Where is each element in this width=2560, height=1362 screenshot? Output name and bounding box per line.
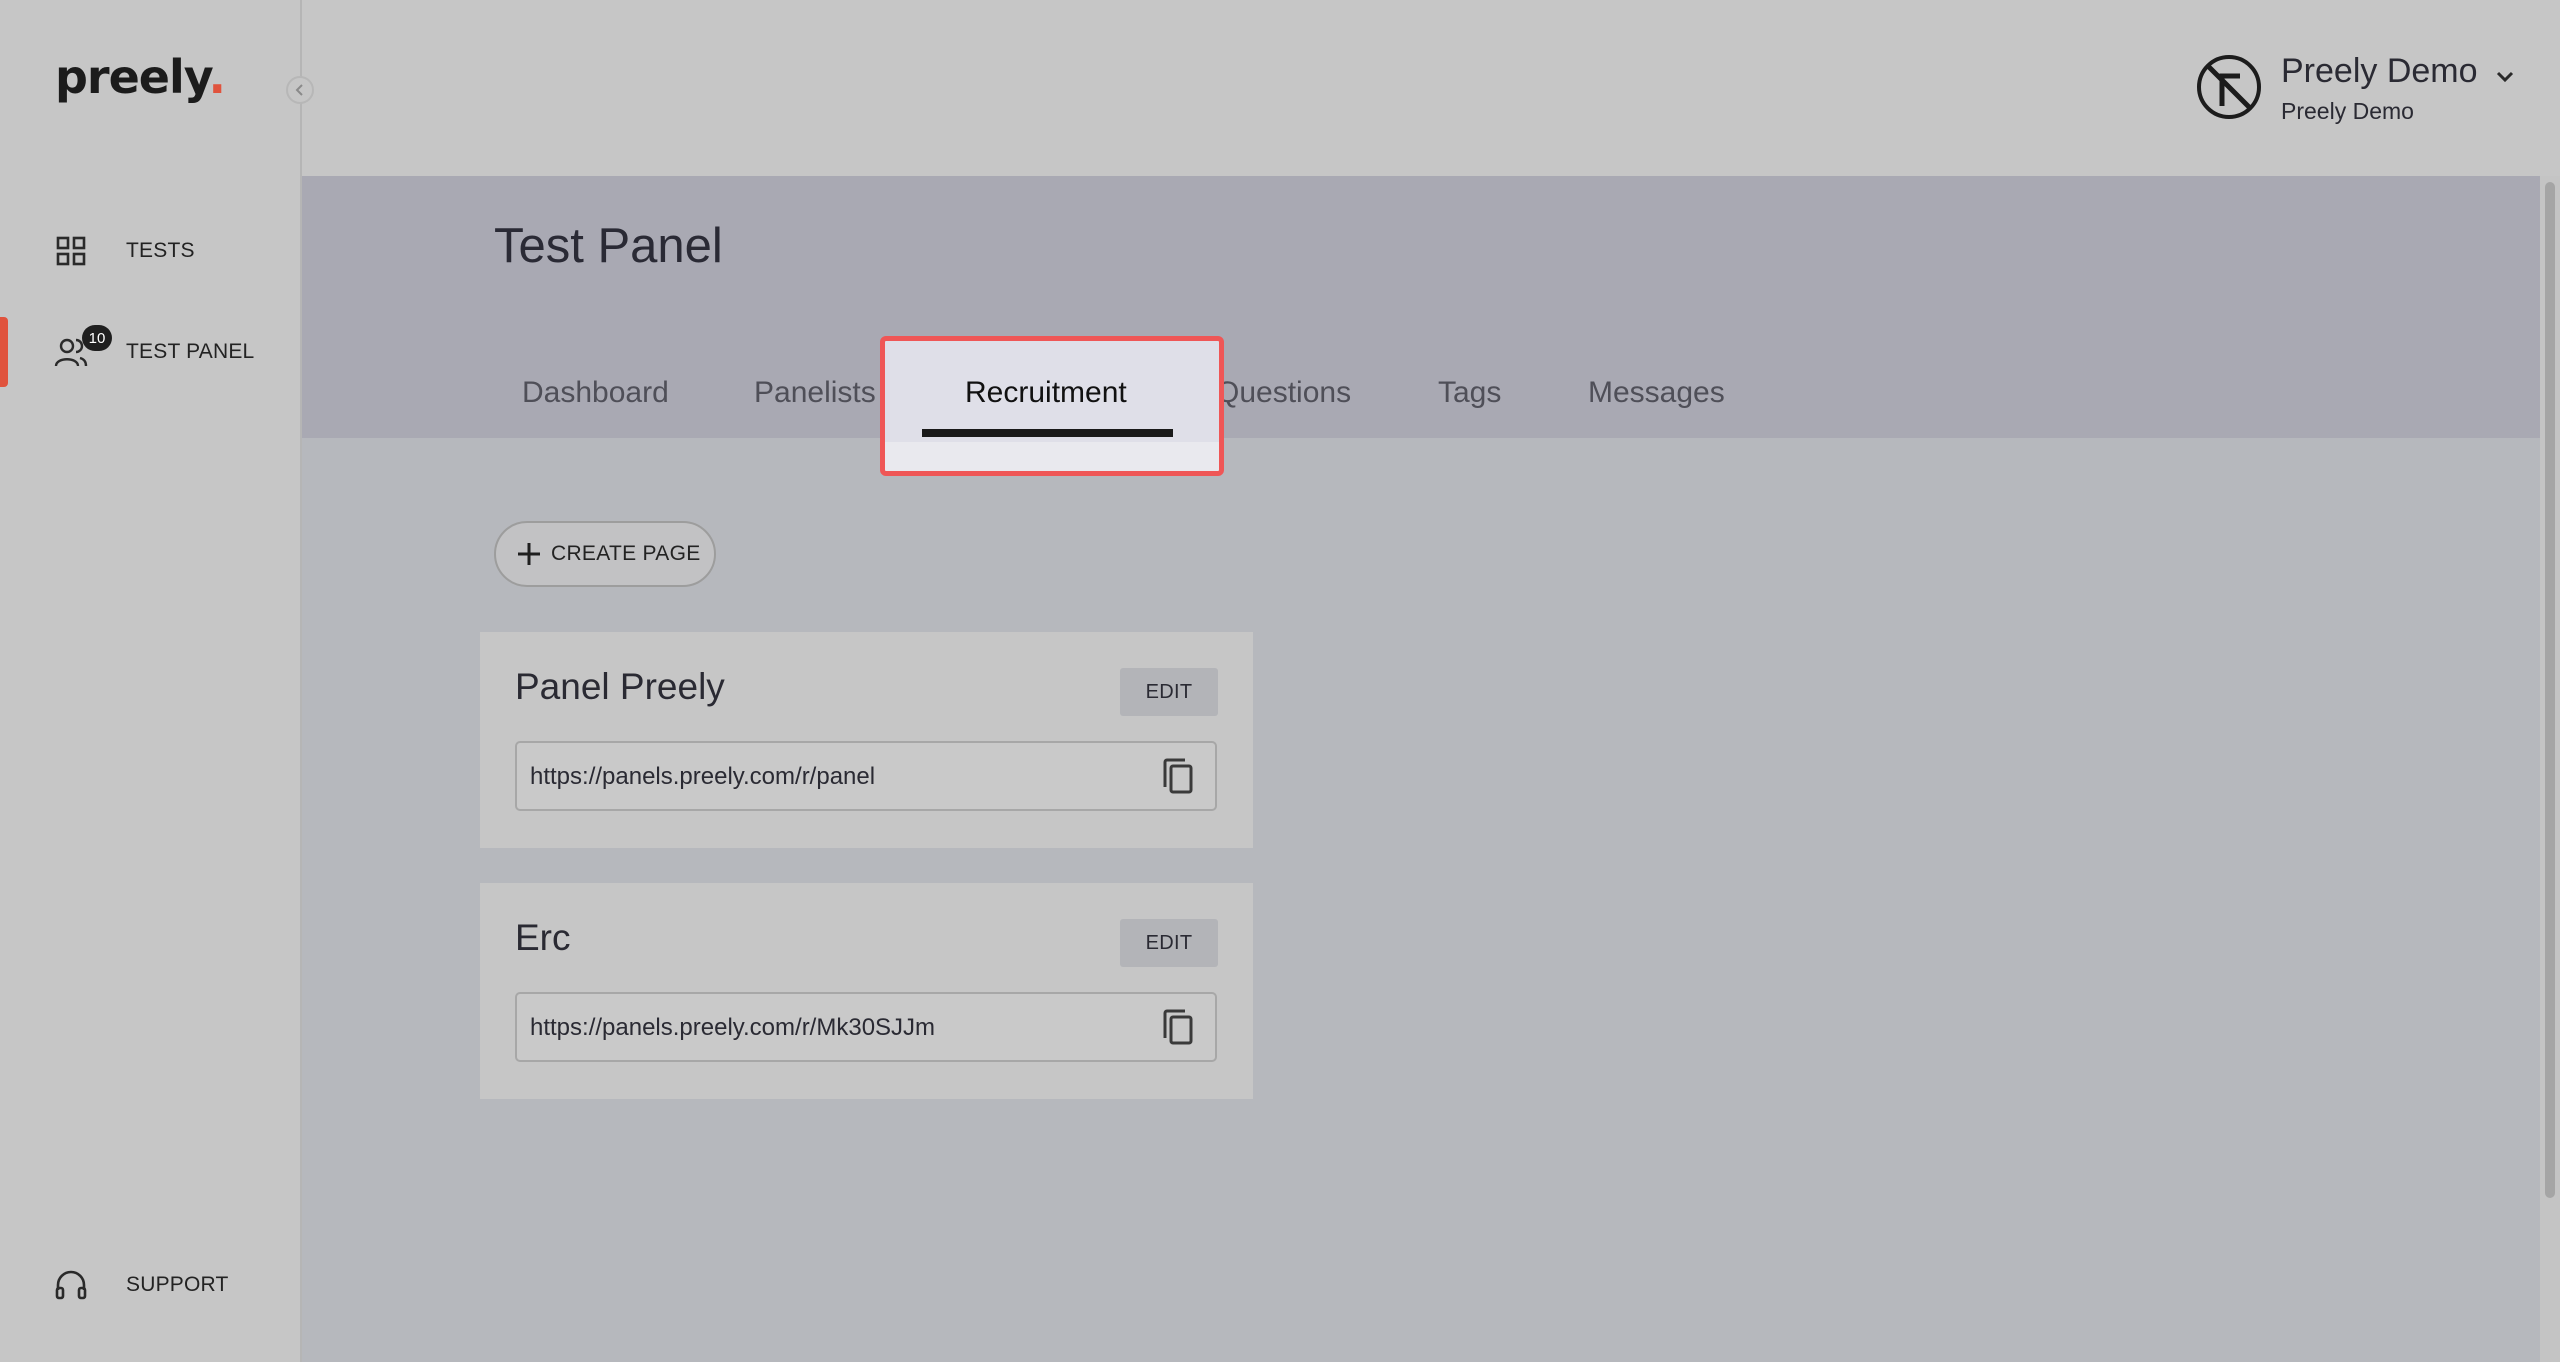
preely-logo[interactable]: preely. — [55, 50, 227, 104]
url-field[interactable]: https://panels.preely.com/r/Mk30SJJm — [515, 992, 1217, 1062]
sidebar-item-support[interactable]: SUPPORT — [0, 1250, 300, 1320]
edit-button[interactable]: EDIT — [1120, 668, 1218, 716]
user-name[interactable]: Preely Demo — [2281, 52, 2478, 91]
chevron-left-icon — [295, 84, 303, 96]
copy-icon[interactable] — [1157, 1008, 1197, 1048]
plus-icon — [518, 543, 540, 565]
url-text: https://panels.preely.com/r/panel — [530, 763, 876, 790]
recruitment-page-card: Panel Preely EDIT https://panels.preely.… — [480, 632, 1253, 848]
grid-icon — [56, 236, 86, 266]
recruitment-page-card: Erc EDIT https://panels.preely.com/r/Mk3… — [480, 883, 1253, 1099]
notification-badge: 10 — [82, 325, 112, 351]
brand-avatar-icon[interactable] — [2196, 54, 2262, 120]
sidebar: preely. TESTS 10 TEST PANEL SUPPORT — [0, 0, 302, 1362]
user-org: Preely Demo — [2281, 98, 2414, 124]
active-indicator — [0, 317, 8, 387]
support-label: SUPPORT — [126, 1273, 229, 1296]
copy-icon[interactable] — [1157, 757, 1197, 797]
tab-messages[interactable]: Messages — [1588, 376, 1725, 410]
sidebar-item-test-panel[interactable]: 10 TEST PANEL — [0, 317, 300, 387]
tab-tags[interactable]: Tags — [1438, 376, 1501, 410]
sidebar-item-label: TEST PANEL — [126, 340, 255, 363]
edit-button[interactable]: EDIT — [1120, 919, 1218, 967]
sidebar-item-tests[interactable]: TESTS — [0, 216, 300, 286]
collapse-sidebar-button[interactable] — [286, 76, 314, 104]
sidebar-item-label: TESTS — [126, 239, 195, 262]
logo-dot: . — [208, 50, 227, 104]
page-title: Test Panel — [494, 219, 723, 273]
tab-panelists[interactable]: Panelists — [754, 376, 876, 410]
tab-recruitment[interactable]: Recruitment — [965, 376, 1127, 410]
create-page-label: CREATE PAGE — [551, 542, 701, 565]
create-page-button[interactable]: CREATE PAGE — [494, 521, 716, 587]
headset-icon — [55, 1270, 87, 1300]
card-title: Panel Preely — [515, 666, 725, 707]
url-text: https://panels.preely.com/r/Mk30SJJm — [530, 1014, 936, 1041]
scrollbar-thumb[interactable] — [2545, 182, 2555, 1198]
chevron-down-icon[interactable] — [2494, 66, 2516, 88]
tab-questions[interactable]: Questions — [1216, 376, 1351, 410]
card-title: Erc — [515, 917, 571, 958]
url-field[interactable]: https://panels.preely.com/r/panel — [515, 741, 1217, 811]
logo-text: preely — [55, 50, 210, 104]
tab-dashboard[interactable]: Dashboard — [522, 376, 669, 410]
active-tab-underline — [922, 429, 1173, 437]
